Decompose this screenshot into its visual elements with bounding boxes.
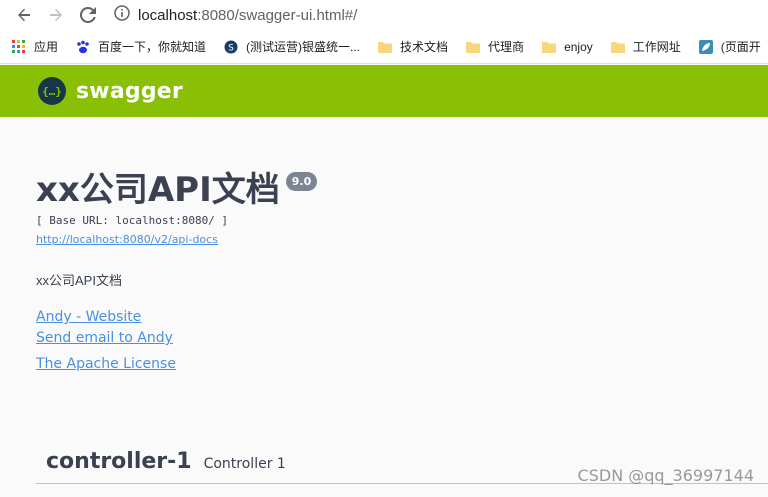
tag-name[interactable]: controller-1 [46, 449, 192, 474]
forward-arrow-icon[interactable] [44, 3, 68, 27]
url-text: localhost:8080/swagger-ui.html#/ [138, 6, 358, 24]
back-arrow-icon[interactable] [12, 3, 36, 27]
bookmark-page[interactable]: (页面开 [698, 38, 761, 55]
folder-icon [378, 40, 393, 54]
reload-icon[interactable] [76, 3, 100, 27]
apps-grid-icon [12, 39, 26, 54]
api-description: xx公司API文档 [36, 273, 122, 288]
version-badge: 9.0 [285, 172, 318, 191]
folder-icon [542, 40, 557, 54]
info-icon[interactable] [114, 4, 130, 26]
title-row: xx公司API文档 9.0 [36, 168, 318, 212]
contact-website-link[interactable]: Andy - Website [36, 309, 317, 325]
folder-icon [466, 40, 481, 54]
bookmark-enjoy[interactable]: enjoy [542, 40, 593, 54]
base-url: [ Base URL: localhost:8080/ ] [36, 214, 229, 227]
bookmark-apps[interactable]: 应用 [12, 38, 58, 55]
address-bar[interactable]: localhost:8080/swagger-ui.html#/ [114, 2, 357, 28]
bookmark-work-sites[interactable]: 工作网址 [610, 38, 681, 55]
api-docs-link[interactable]: http://localhost:8080/v2/api-docs [36, 233, 317, 246]
api-info: xx公司API文档 9.0 [ Base URL: localhost:8080… [36, 168, 318, 372]
watermark: CSDN @qq_36997144 [577, 466, 754, 485]
bookmark-agents[interactable]: 代理商 [466, 38, 524, 55]
bookmarks-bar: 应用 百度一下，你就知道 S (测试运营)银盛统一... 技术文档 代理商 en… [0, 30, 768, 64]
leaf-icon [698, 39, 713, 54]
bookmark-tech-docs[interactable]: 技术文档 [378, 38, 448, 55]
contact-email-link[interactable]: Send email to Andy [36, 330, 317, 346]
license-link[interactable]: The Apache License [36, 356, 317, 372]
baidu-paw-icon [76, 40, 90, 54]
site-globe-icon: S [224, 40, 238, 54]
tag-description: Controller 1 [203, 455, 286, 472]
browser-toolbar: localhost:8080/swagger-ui.html#/ [0, 0, 768, 30]
bookmark-baidu[interactable]: 百度一下，你就知道 [76, 38, 206, 55]
swagger-logo-text[interactable]: swagger [76, 79, 183, 104]
svg-text:S: S [228, 43, 234, 53]
api-title: xx公司API文档 [36, 170, 280, 210]
swagger-topbar: {…} swagger [0, 65, 768, 117]
swagger-logo-icon[interactable]: {…} [38, 77, 66, 105]
bookmark-test-ops[interactable]: S (测试运营)银盛统一... [224, 38, 360, 55]
folder-icon [610, 40, 625, 54]
